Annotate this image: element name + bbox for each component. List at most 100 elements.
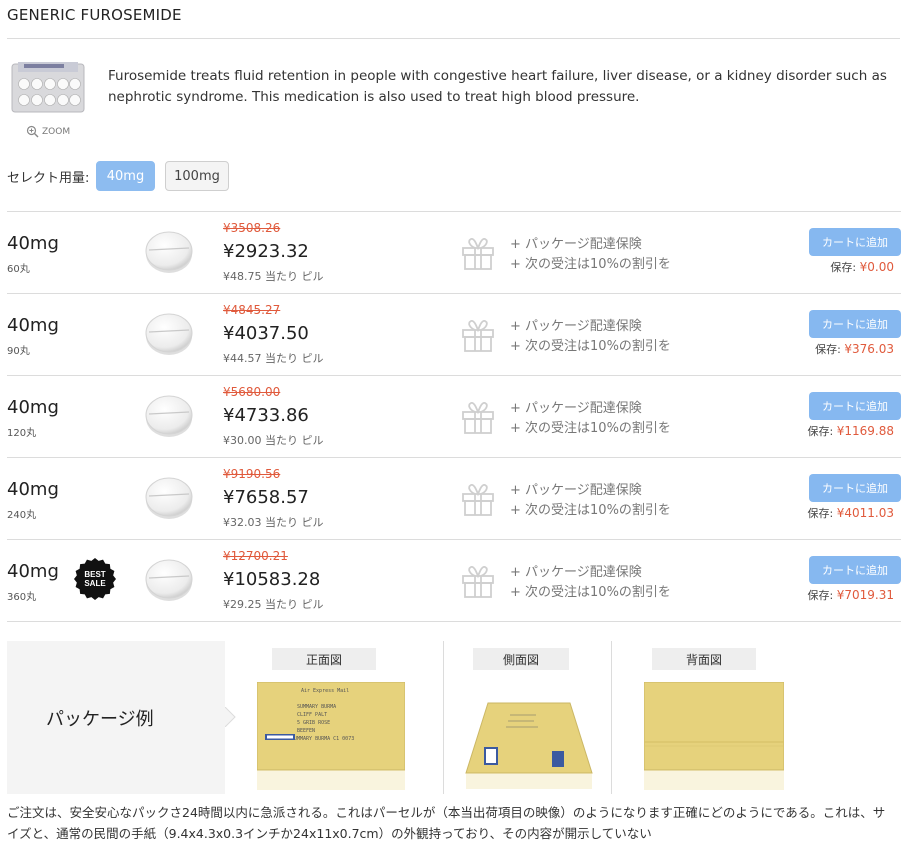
dose-option-100mg[interactable]: 100mg: [165, 161, 229, 191]
per-pill-price: ¥29.25 当たり ピル: [223, 598, 324, 611]
row-quantity: 240丸: [7, 510, 37, 521]
svg-text:SUMMARY BURMA C1 0073: SUMMARY BURMA C1 0073: [291, 736, 354, 742]
svg-text:5 GRIB ROSE: 5 GRIB ROSE: [297, 720, 330, 726]
zoom-icon: [26, 125, 39, 138]
pill-image: [145, 313, 193, 355]
add-to-cart-button[interactable]: カートに追加: [809, 310, 901, 338]
pill-image: [145, 395, 193, 437]
front-view: 正面図 Air Express Mail SUMMARY BURMA CLIFF…: [225, 641, 443, 794]
savings-amount: ¥0.00: [859, 260, 894, 274]
dose-select-label: セレクト用量:: [7, 171, 90, 186]
old-price: ¥3508.26: [223, 221, 281, 235]
per-pill-price: ¥48.75 当たり ピル: [223, 270, 324, 283]
page-title: GENERIC FUROSEMIDE: [7, 6, 182, 24]
savings-label: 保存:: [807, 507, 834, 520]
envelope-side-image: [465, 702, 593, 789]
best-sale-badge: BESTSALE: [74, 558, 116, 600]
savings-label: 保存:: [815, 343, 841, 356]
price-row: 40mg 60丸 ¥3508.26 ¥2923.32 ¥48.75 当たり ピル…: [7, 212, 901, 294]
row-dose: 40mg: [7, 561, 59, 582]
row-quantity: 120丸: [7, 428, 37, 439]
side-view: 側面図: [443, 641, 611, 794]
perk-discount: + 次の受注は10%の割引を: [510, 257, 671, 272]
gift-icon: [462, 483, 494, 516]
envelope-front-image: Air Express Mail SUMMARY BURMA CLIFF PAL…: [257, 682, 405, 790]
price-table: 40mg 60丸 ¥3508.26 ¥2923.32 ¥48.75 当たり ピル…: [7, 211, 901, 622]
pill-image: [145, 559, 193, 601]
old-price: ¥9190.56: [223, 467, 281, 481]
savings-amount: ¥376.03: [844, 342, 894, 356]
price-row: 40mg 120丸 ¥5680.00 ¥4733.86 ¥30.00 当たり ピ…: [7, 376, 901, 458]
savings: 保存: ¥4011.03: [808, 505, 894, 521]
back-view: 背面図: [611, 641, 901, 794]
shipping-note: ご注文は、安全安心なパックさ24時間以内に急派される。これはパーセルが（本当出荷…: [7, 805, 886, 841]
add-to-cart-button[interactable]: カートに追加: [809, 556, 901, 584]
perk-insurance: + パッケージ配達保険: [510, 319, 642, 334]
current-price: ¥10583.28: [223, 569, 321, 590]
svg-text:CLIFF PALT: CLIFF PALT: [297, 712, 327, 718]
gift-icon: [462, 237, 494, 270]
price-row: 40mg 240丸 ¥9190.56 ¥7658.57 ¥32.03 当たり ピ…: [7, 458, 901, 540]
current-price: ¥7658.57: [223, 487, 309, 508]
savings: 保存: ¥7019.31: [808, 587, 894, 603]
product-description: Furosemide treats fluid retention in peo…: [108, 68, 887, 105]
old-price: ¥5680.00: [223, 385, 281, 399]
package-label: パッケージ例: [46, 709, 154, 730]
savings-amount: ¥7019.31: [836, 588, 894, 602]
gift-icon: [462, 319, 494, 352]
current-price: ¥2923.32: [223, 241, 309, 262]
current-price: ¥4037.50: [223, 323, 309, 344]
zoom-link[interactable]: ZOOM: [26, 125, 70, 138]
perk-insurance: + パッケージ配達保険: [510, 483, 642, 498]
dose-option-40mg[interactable]: 40mg: [96, 161, 155, 191]
savings-label: 保存:: [830, 261, 857, 274]
back-view-label: 背面図: [652, 648, 756, 670]
savings: 保存: ¥0.00: [830, 259, 894, 275]
zoom-label: ZOOM: [42, 126, 71, 137]
savings-amount: ¥4011.03: [836, 506, 894, 520]
row-dose: 40mg: [7, 479, 59, 500]
row-dose: 40mg: [7, 233, 59, 254]
old-price: ¥4845.27: [223, 303, 281, 317]
per-pill-price: ¥30.00 当たり ピル: [223, 434, 324, 447]
gift-icon: [462, 565, 494, 598]
gift-icon: [462, 401, 494, 434]
perk-discount: + 次の受注は10%の割引を: [510, 339, 671, 354]
divider: [7, 38, 900, 39]
current-price: ¥4733.86: [223, 405, 309, 426]
perk-insurance: + パッケージ配達保険: [510, 401, 642, 416]
row-quantity: 60丸: [7, 264, 30, 275]
pill-image: [145, 231, 193, 273]
price-row: 40mg 90丸 ¥4845.27 ¥4037.50 ¥44.57 当たり ピル…: [7, 294, 901, 376]
package-example: パッケージ例 正面図 Air Express Mail SUMMARY BURM…: [7, 641, 901, 794]
savings-label: 保存:: [807, 425, 834, 438]
price-row: 40mg 360丸 ¥12700.21 ¥10583.28 ¥29.25 当たり…: [7, 540, 901, 622]
row-dose: 40mg: [7, 397, 59, 418]
add-to-cart-button[interactable]: カートに追加: [809, 228, 901, 256]
perk-insurance: + パッケージ配達保険: [510, 237, 642, 252]
add-to-cart-button[interactable]: カートに追加: [809, 392, 901, 420]
envelope-back-image: [644, 682, 784, 790]
perk-discount: + 次の受注は10%の割引を: [510, 585, 671, 600]
savings: 保存: ¥376.03: [815, 341, 894, 357]
savings-label: 保存:: [807, 589, 834, 602]
row-quantity: 90丸: [7, 346, 30, 357]
product-image[interactable]: [10, 58, 86, 118]
svg-text:BEEFEN: BEEFEN: [297, 728, 315, 734]
savings: 保存: ¥1169.88: [808, 423, 894, 439]
old-price: ¥12700.21: [223, 549, 288, 563]
add-to-cart-button[interactable]: カートに追加: [809, 474, 901, 502]
per-pill-price: ¥32.03 当たり ピル: [223, 516, 324, 529]
savings-amount: ¥1169.88: [836, 424, 894, 438]
perk-insurance: + パッケージ配達保険: [510, 565, 642, 580]
package-label-panel: パッケージ例: [7, 641, 225, 794]
row-quantity: 360丸: [7, 592, 37, 603]
svg-text:Air Express Mail: Air Express Mail: [301, 688, 349, 694]
per-pill-price: ¥44.57 当たり ピル: [223, 352, 324, 365]
side-view-label: 側面図: [473, 648, 569, 670]
svg-text:SUMMARY BURMA: SUMMARY BURMA: [297, 704, 336, 710]
pill-image: [145, 477, 193, 519]
perk-discount: + 次の受注は10%の割引を: [510, 421, 671, 436]
best-sale-line1: BEST: [84, 570, 105, 579]
best-sale-line2: SALE: [84, 579, 106, 588]
